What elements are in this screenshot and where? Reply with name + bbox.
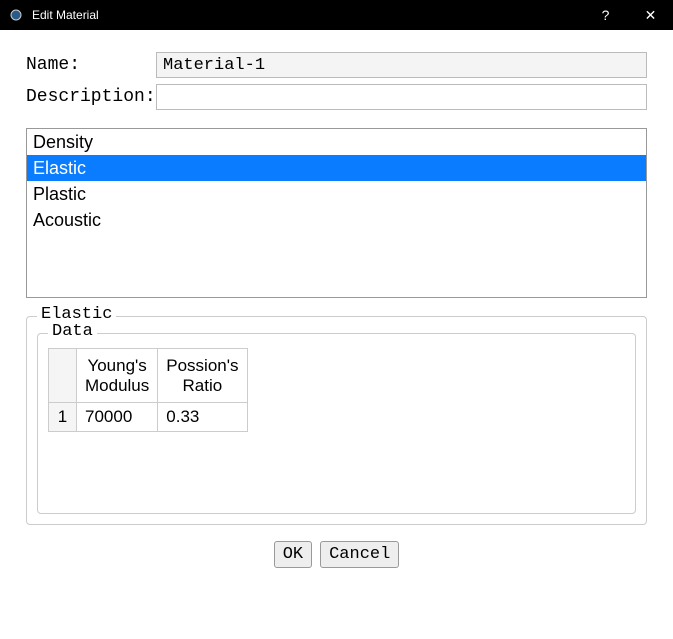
column-header[interactable]: Possion'sRatio xyxy=(158,349,247,403)
description-row: Description: xyxy=(26,84,647,110)
data-table-wrap: Young'sModulusPossion'sRatio1700000.33 xyxy=(48,348,625,503)
behavior-list[interactable]: DensityElasticPlasticAcoustic xyxy=(26,128,647,298)
window-title: Edit Material xyxy=(32,8,583,22)
button-row: OK Cancel xyxy=(26,525,647,586)
ok-button[interactable]: OK xyxy=(274,541,312,568)
data-group-legend: Data xyxy=(48,322,97,341)
table-row: 1700000.33 xyxy=(49,403,248,432)
titlebar: Edit Material ? ✕ xyxy=(0,0,673,30)
behavior-item-plastic[interactable]: Plastic xyxy=(27,181,646,207)
table-corner xyxy=(49,349,77,403)
close-button[interactable]: ✕ xyxy=(628,0,673,30)
description-input[interactable] xyxy=(156,84,647,110)
app-icon xyxy=(8,7,24,23)
data-group: Data Young'sModulusPossion'sRatio1700000… xyxy=(37,333,636,514)
edit-material-dialog: Edit Material ? ✕ Name: Description: Den… xyxy=(0,0,673,639)
cancel-button[interactable]: Cancel xyxy=(320,541,399,568)
description-label: Description: xyxy=(26,87,156,107)
name-input[interactable] xyxy=(156,52,647,78)
data-table[interactable]: Young'sModulusPossion'sRatio1700000.33 xyxy=(48,348,248,432)
behavior-item-acoustic[interactable]: Acoustic xyxy=(27,207,646,233)
help-button[interactable]: ? xyxy=(583,0,628,30)
table-cell[interactable]: 0.33 xyxy=(158,403,247,432)
name-row: Name: xyxy=(26,52,647,78)
row-number: 1 xyxy=(49,403,77,432)
name-label: Name: xyxy=(26,55,156,75)
dialog-content: Name: Description: DensityElasticPlastic… xyxy=(0,30,673,639)
table-cell[interactable]: 70000 xyxy=(77,403,158,432)
behavior-item-density[interactable]: Density xyxy=(27,129,646,155)
column-header[interactable]: Young'sModulus xyxy=(77,349,158,403)
behavior-group: Elastic Data Young'sModulusPossion'sRati… xyxy=(26,316,647,525)
behavior-item-elastic[interactable]: Elastic xyxy=(27,155,646,181)
